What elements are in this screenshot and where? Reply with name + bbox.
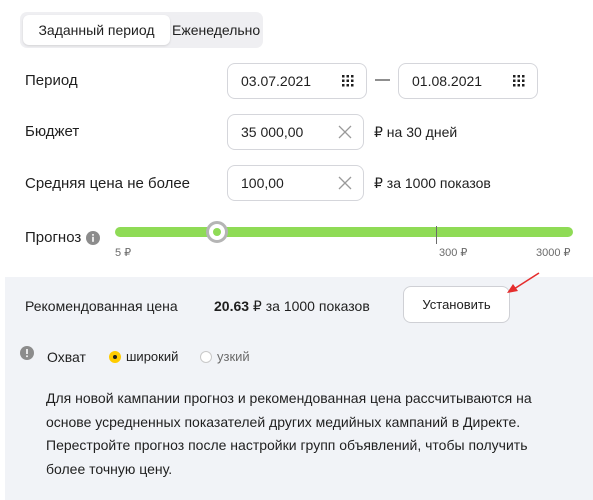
forecast-note: Для новой кампании прогноз и рекомендова… (46, 387, 566, 481)
reach-label: Охват (47, 349, 86, 365)
recommended-price-suffix: ₽ за 1000 показов (249, 298, 370, 314)
end-date-value: 01.08.2021 (412, 73, 483, 89)
reach-option-wide-label[interactable]: широкий (126, 349, 178, 364)
start-date-value: 03.07.2021 (241, 73, 312, 89)
reach-option-narrow-label[interactable]: узкий (217, 349, 250, 364)
budget-input[interactable]: 35 000,00 (227, 114, 364, 150)
forecast-label: Прогноз (25, 229, 82, 246)
warning-icon (20, 346, 34, 360)
avg-price-input[interactable]: 100,00 (227, 165, 364, 201)
budget-suffix: ₽ на 30 дней (374, 124, 458, 140)
clear-icon[interactable] (337, 124, 353, 140)
reach-option-narrow[interactable] (200, 351, 212, 363)
end-date-field[interactable]: 01.08.2021 (398, 63, 538, 99)
avg-price-label: Средняя цена не более (25, 175, 191, 192)
note-line: Для новой кампании прогноз и рекомендова… (46, 390, 532, 406)
install-button[interactable]: Установить (403, 286, 510, 323)
calendar-icon[interactable] (513, 75, 525, 87)
forecast-slider-handle[interactable] (206, 221, 228, 243)
reach-option-wide[interactable] (109, 351, 121, 363)
slider-min-label: 5 ₽ (115, 247, 132, 259)
slider-max-label: 3000 ₽ (536, 247, 571, 259)
info-icon[interactable] (86, 231, 100, 245)
recommended-price-label: Рекомендованная цена (25, 298, 178, 314)
slider-mark-300 (436, 226, 437, 244)
recommended-price-number: 20.63 (214, 298, 250, 314)
note-line: более точную цену. (46, 460, 173, 477)
clear-icon[interactable] (337, 175, 353, 191)
start-date-field[interactable]: 03.07.2021 (227, 63, 367, 99)
arrow-annotation-icon (507, 272, 540, 293)
radio-unselected-icon[interactable] (200, 351, 212, 363)
recommended-price-value: 20.63 ₽ за 1000 показов (214, 298, 370, 315)
radio-selected-icon[interactable] (109, 351, 121, 363)
tab-weekly[interactable]: Еженедельно (172, 15, 260, 45)
tab-fixed-period[interactable]: Заданный период (23, 15, 170, 45)
note-line: Перестройте прогноз после настройки груп… (46, 437, 528, 453)
note-line: основе усредненных показателей других ме… (46, 413, 521, 430)
calendar-icon[interactable] (342, 75, 354, 87)
avg-price-value: 100,00 (241, 175, 284, 191)
budget-label: Бюджет (25, 123, 80, 140)
date-range-separator: — (375, 71, 390, 88)
period-label: Период (25, 72, 78, 89)
budget-value: 35 000,00 (241, 124, 304, 140)
avg-price-suffix: ₽ за 1000 показов (374, 175, 491, 191)
slider-mid-label: 300 ₽ (439, 247, 468, 259)
period-mode-tabs: Заданный период Еженедельно (20, 12, 263, 48)
forecast-slider-track[interactable] (115, 227, 573, 237)
